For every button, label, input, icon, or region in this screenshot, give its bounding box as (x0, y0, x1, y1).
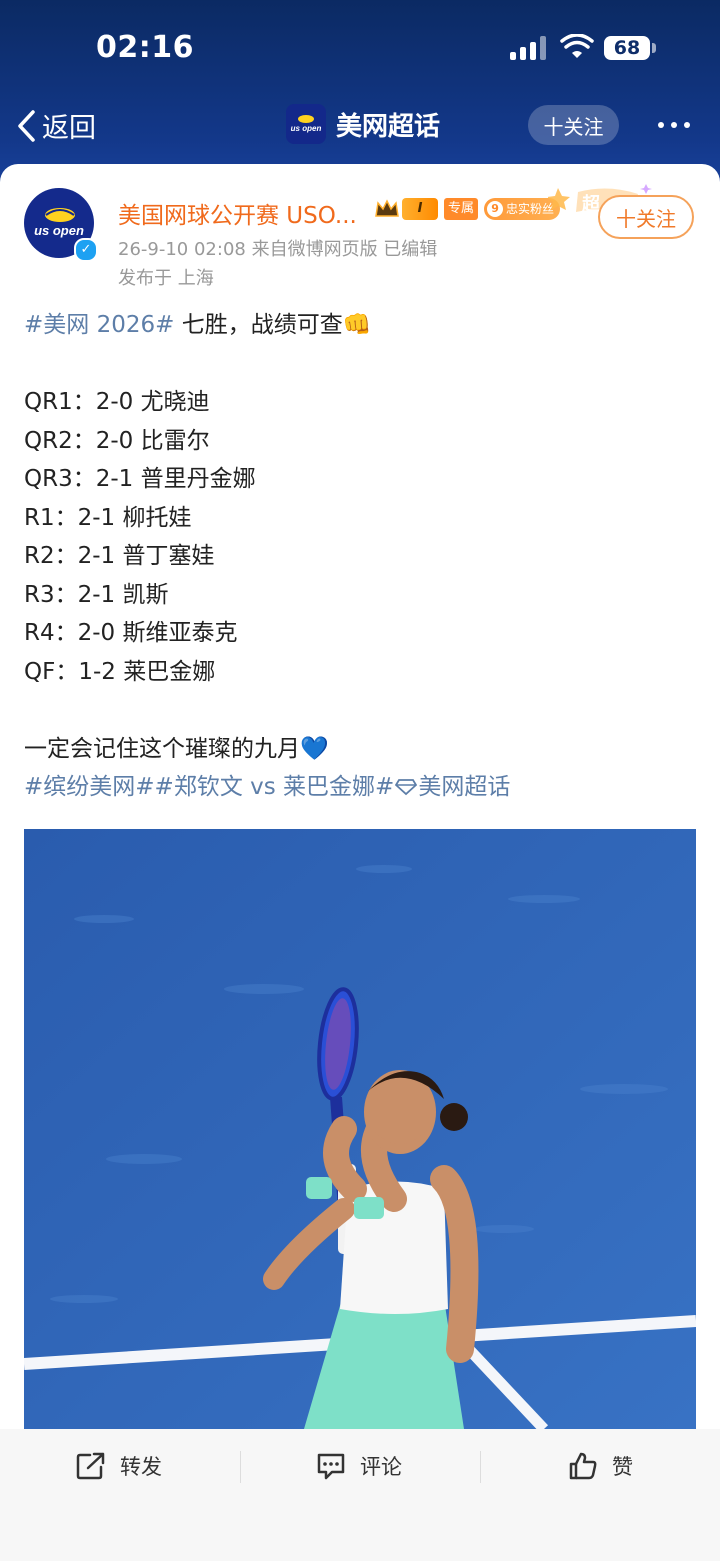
battery-tip (652, 43, 656, 53)
supertopic-diamond-icon (395, 779, 418, 796)
result-r1: R1：2-1 柳托娃 (24, 504, 192, 531)
fan-badge-label: 忠实粉丝 (506, 202, 555, 216)
action-bar (0, 1429, 720, 1561)
status-time: 02:16 (96, 30, 194, 65)
repost-button[interactable]: 转发 (76, 1451, 162, 1481)
thumbs-up-icon (569, 1452, 597, 1480)
result-qr2: QR2：2-0 比雷尔 (24, 427, 210, 454)
result-qf: QF：1-2 莱巴金娜 (24, 658, 216, 685)
chevron-left-icon (18, 109, 35, 142)
author-name[interactable]: 美国网球公开赛 USO... (118, 196, 357, 230)
repost-label: 转发 (120, 1455, 162, 1479)
comment-label: 评论 (360, 1455, 402, 1479)
headline-text: 七胜，战绩可查👊 (174, 312, 372, 338)
supertopic-follow-button[interactable]: 十关注 (528, 105, 619, 145)
author-badges: I 专属 9 忠实粉丝 (374, 198, 561, 220)
exclusive-badge: 专属 (444, 198, 479, 220)
crown-icon (374, 198, 400, 220)
follow-author-button[interactable]: 十关注 (598, 195, 694, 239)
result-qr3: QR3：2-1 普里丹金娜 (24, 466, 256, 492)
fan-level: 9 (487, 201, 504, 217)
avatar-logo-text: us open (34, 223, 84, 238)
us-open-logo-icon: us open (286, 104, 326, 144)
topic-link-usopen-2026[interactable]: #美网 2026# (24, 312, 174, 338)
post-meta: 26-9-10 02:08 来自微博网页版 已编辑 (118, 239, 438, 260)
result-r2: R2：2-1 普丁塞娃 (24, 543, 215, 569)
like-button[interactable]: 赞 (568, 1451, 633, 1481)
headline-line: #美网 2026# 七胜，战绩可查👊 (24, 306, 696, 345)
supertopic-link[interactable]: 美网超话 (418, 774, 510, 800)
svg-text:us open: us open (291, 124, 322, 133)
battery-indicator: 68 (604, 36, 650, 60)
back-button[interactable]: 返回 (16, 106, 96, 145)
level-badge: I (402, 198, 438, 220)
verified-badge-icon: ✓ (74, 238, 98, 262)
post-location: 发布于 上海 (118, 268, 214, 289)
supertopic-header[interactable]: us open 美网超话 (286, 104, 440, 144)
result-r3: R3：2-1 凯斯 (24, 581, 169, 608)
post-photo[interactable] (24, 829, 696, 1429)
like-label: 赞 (612, 1455, 633, 1479)
wifi-icon (560, 33, 594, 64)
back-label: 返回 (42, 113, 96, 144)
closing-text: 一定会记住这个璀璨的九月💙 (24, 735, 329, 762)
action-divider (480, 1451, 481, 1483)
comment-button[interactable]: 评论 (316, 1451, 402, 1481)
topic-links[interactable]: #缤纷美网##郑钦文 vs 莱巴金娜# 美网超话 (24, 768, 696, 807)
comment-icon (317, 1453, 345, 1480)
more-options-icon[interactable] (658, 122, 690, 128)
topic-links-text[interactable]: #缤纷美网##郑钦文 vs 莱巴金娜# (24, 774, 394, 800)
action-divider (240, 1451, 241, 1483)
post-body: #美网 2026# 七胜，战绩可查👊 QR1：2-0 尤晓迪 QR2：2-0 比… (24, 306, 696, 807)
page-title: 美网超话 (336, 111, 441, 142)
share-icon (76, 1452, 105, 1480)
result-r4: R4：2-0 斯维亚泰克 (24, 620, 238, 646)
result-qr1: QR1：2-0 尤晓迪 (24, 389, 210, 415)
cellular-signal-icon (510, 36, 548, 60)
